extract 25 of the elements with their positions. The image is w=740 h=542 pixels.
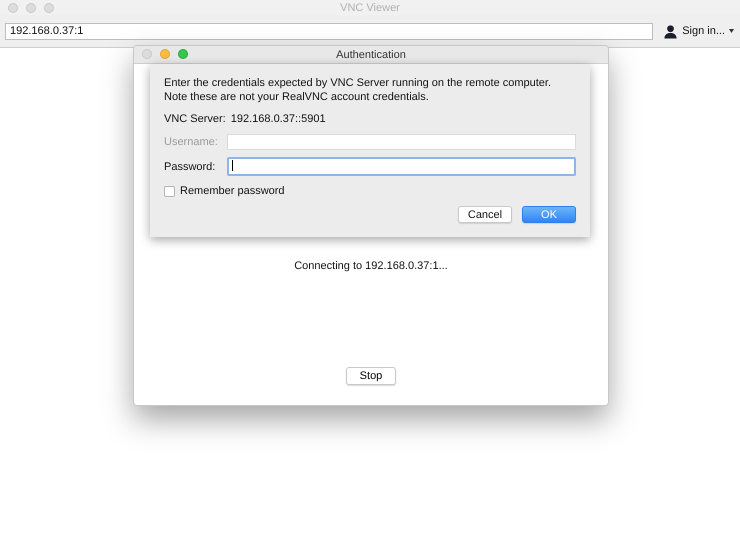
remember-checkbox[interactable] bbox=[164, 186, 175, 196]
password-label: Password: bbox=[164, 160, 216, 172]
close-icon[interactable] bbox=[8, 3, 18, 13]
window-title: VNC Viewer bbox=[340, 2, 400, 14]
cancel-button[interactable]: Cancel bbox=[458, 206, 512, 223]
zoom-icon[interactable] bbox=[44, 3, 54, 13]
sign-in-button[interactable]: Sign in... bbox=[663, 24, 734, 38]
remember-label: Remember password bbox=[180, 185, 285, 197]
address-field[interactable]: 192.168.0.37:1 bbox=[5, 22, 654, 40]
server-label: VNC Server: bbox=[164, 113, 226, 125]
message-text: Note these are not your RealVNC account credentials. bbox=[164, 90, 430, 104]
caret-icon bbox=[729, 29, 734, 33]
window-title: Authentication bbox=[336, 48, 406, 60]
user-icon bbox=[663, 24, 678, 38]
text-cursor bbox=[232, 160, 233, 171]
server-address: 192.168.0.37::5901 bbox=[230, 113, 326, 125]
minimize-icon[interactable] bbox=[26, 3, 36, 13]
username-label: Username: bbox=[164, 136, 219, 148]
stop-button[interactable]: Stop bbox=[346, 367, 396, 385]
zoom-icon[interactable] bbox=[178, 49, 188, 59]
close-icon[interactable] bbox=[142, 49, 152, 59]
message-text: Enter the credentials expected by VNC Server running on the remote computer. bbox=[164, 76, 552, 90]
password-field[interactable] bbox=[227, 157, 576, 176]
minimize-icon[interactable] bbox=[160, 49, 170, 59]
status-text: Connecting to 192.168.0.37:1... bbox=[294, 260, 448, 272]
